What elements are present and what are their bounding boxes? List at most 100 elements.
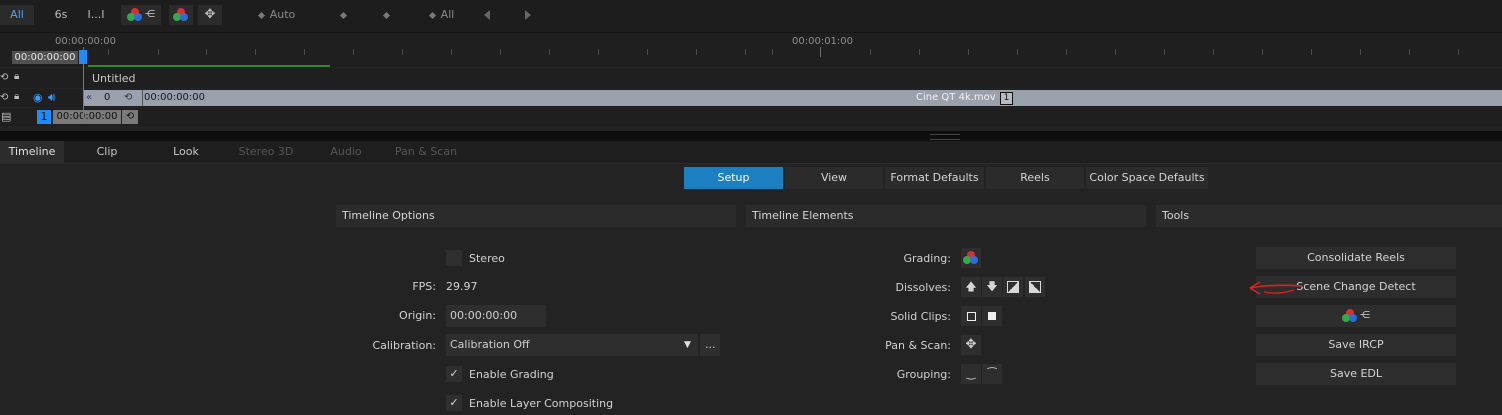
delete-keyframe-button[interactable]	[376, 5, 396, 25]
ruler-tick	[1066, 49, 1067, 55]
rgb-grading-icon	[963, 251, 979, 265]
dissolve-down-toggle[interactable]: 🡇	[982, 277, 1002, 297]
subtab-color-space-defaults[interactable]: Color Space Defaults	[1086, 167, 1208, 189]
calibration-select[interactable]: Calibration Off	[446, 334, 698, 356]
subtab-format-defaults[interactable]: Format Defaults	[885, 167, 984, 189]
subtab-setup[interactable]: Setup	[684, 167, 783, 189]
grading-tree-tool-button[interactable]: ⋲	[1256, 305, 1456, 327]
keyframe-auto-button[interactable]: Auto	[252, 5, 302, 25]
calibration-select-value: Calibration Off	[450, 338, 530, 351]
eye-icon[interactable]: ◉	[33, 91, 43, 104]
grouping-open-toggle[interactable]: ‿	[961, 364, 981, 384]
marker-range-button[interactable]: I...I	[82, 5, 110, 25]
tab-stereo-3d[interactable]: Stereo 3D	[228, 141, 304, 163]
cache-indicator	[88, 65, 330, 67]
subtab-reels[interactable]: Reels	[986, 167, 1084, 189]
arrow-up-icon: 🡅	[965, 280, 977, 293]
loop-icon: ⟲	[122, 110, 138, 124]
lock-icon[interactable]: 🔒︎	[14, 91, 19, 102]
consolidate-reels-button[interactable]: Consolidate Reels	[1256, 247, 1456, 269]
move-arrows-icon: ✥	[965, 337, 977, 352]
ruler-tick	[1017, 49, 1018, 55]
clip-bar[interactable]: « 0 ⟲ 00:00:00:00 Cine QT 4k.mov 1	[84, 90, 1502, 106]
dissolve-up-toggle[interactable]: 🡅	[961, 277, 981, 297]
subtab-view[interactable]: View	[785, 167, 883, 189]
pan-scan-toggle[interactable]: ✥	[961, 335, 981, 355]
tab-clip[interactable]: Clip	[72, 141, 142, 163]
ruler-tick	[870, 49, 871, 55]
timeline-ruler[interactable]: 00:00:00:00 00:00:01:00	[0, 33, 1502, 67]
save-edl-button[interactable]: Save EDL	[1256, 363, 1456, 385]
square-filled-icon	[988, 312, 996, 320]
clip-badge: 1	[1000, 92, 1013, 105]
ruler-tick	[696, 49, 697, 55]
ruler-tick	[647, 49, 648, 55]
solid-clip-filled-toggle[interactable]	[982, 306, 1002, 326]
grading-toggle[interactable]	[961, 248, 981, 268]
group-name[interactable]: Untitled	[92, 72, 136, 85]
ruler-tick	[1262, 49, 1263, 55]
pan-scan-label: Pan & Scan:	[885, 339, 951, 352]
ruler-tick	[549, 49, 550, 55]
tab-pan-scan[interactable]: Pan & Scan	[388, 141, 464, 163]
solid-clip-outline-toggle[interactable]	[961, 306, 981, 326]
ruler-tick	[304, 49, 305, 55]
filter-all-button[interactable]: All	[0, 5, 34, 25]
lock-icon[interactable]: 🔒︎	[14, 71, 19, 82]
ruler-tick	[820, 47, 821, 57]
tab-audio[interactable]: Audio	[314, 141, 378, 163]
calibration-more-button[interactable]: ...	[700, 334, 720, 356]
keyframe-all-button[interactable]: All	[422, 5, 462, 25]
timeline-options-header: Timeline Options	[336, 205, 736, 227]
ruler-tick	[255, 49, 256, 55]
tab-look[interactable]: Look	[152, 141, 220, 163]
ruler-tick	[108, 49, 109, 55]
keyframe-all-label: All	[440, 8, 455, 21]
ruler-tick	[919, 49, 920, 55]
panel-splitter[interactable]	[0, 131, 1502, 141]
ruler-tick	[158, 49, 159, 55]
chevron-down-icon: ▼	[684, 340, 691, 350]
move-tool-button[interactable]: ✥	[198, 5, 222, 25]
clip-offset: 0	[104, 92, 111, 103]
tools-header: Tools	[1156, 205, 1502, 227]
grading-button[interactable]	[169, 5, 193, 25]
speaker-icon[interactable]: 🔊︎	[48, 90, 56, 105]
stereo-checkbox[interactable]	[446, 250, 462, 266]
keyframe-auto-label: Auto	[269, 8, 296, 21]
splitter-grip-icon[interactable]	[930, 134, 960, 140]
enable-layer-compositing-label: Enable Layer Compositing	[469, 397, 614, 410]
keyframe-icon	[339, 11, 347, 19]
playhead-handle[interactable]	[79, 50, 87, 64]
enable-grading-checkbox[interactable]: ✓	[446, 366, 462, 382]
chevron-left-icon	[484, 10, 490, 20]
save-ircp-button[interactable]: Save IRCP	[1256, 334, 1456, 356]
checkmark-icon: ✓	[449, 367, 459, 380]
origin-field[interactable]: 00:00:00:00	[446, 305, 546, 327]
dissolve-ramp-out-toggle[interactable]	[1025, 277, 1045, 297]
next-keyframe-button[interactable]	[521, 5, 535, 25]
rgb-grading-icon	[127, 8, 143, 22]
dissolve-ramp-in-toggle[interactable]	[1003, 277, 1023, 297]
tree-icon: ⋲	[1360, 310, 1370, 321]
ramp-in-icon	[1007, 281, 1019, 293]
keyframe-remove-icon	[382, 11, 390, 19]
enable-layer-compositing-checkbox[interactable]: ✓	[446, 395, 462, 411]
rgb-grading-icon	[1342, 309, 1358, 323]
keyframe-icon	[257, 11, 265, 19]
origin-label: Origin:	[399, 309, 436, 322]
playhead-timecode[interactable]: 00:00:00:00	[12, 51, 78, 64]
curve-down-icon: ‿	[966, 367, 976, 380]
ruler-tick	[402, 49, 403, 55]
prev-keyframe-button[interactable]	[480, 5, 494, 25]
tab-timeline[interactable]: Timeline	[0, 141, 64, 163]
grouping-closed-toggle[interactable]: ⁀	[982, 364, 1002, 384]
track-number[interactable]: 1	[37, 110, 51, 124]
grading-tree-button[interactable]: ⋲	[121, 5, 161, 25]
duration-button[interactable]: 6s	[46, 5, 76, 25]
add-keyframe-button[interactable]	[334, 5, 352, 25]
arrow-down-icon: 🡇	[986, 280, 998, 293]
ruler-tick	[1409, 49, 1410, 55]
grouping-label: Grouping:	[896, 368, 951, 381]
ruler-tick	[1115, 49, 1116, 55]
